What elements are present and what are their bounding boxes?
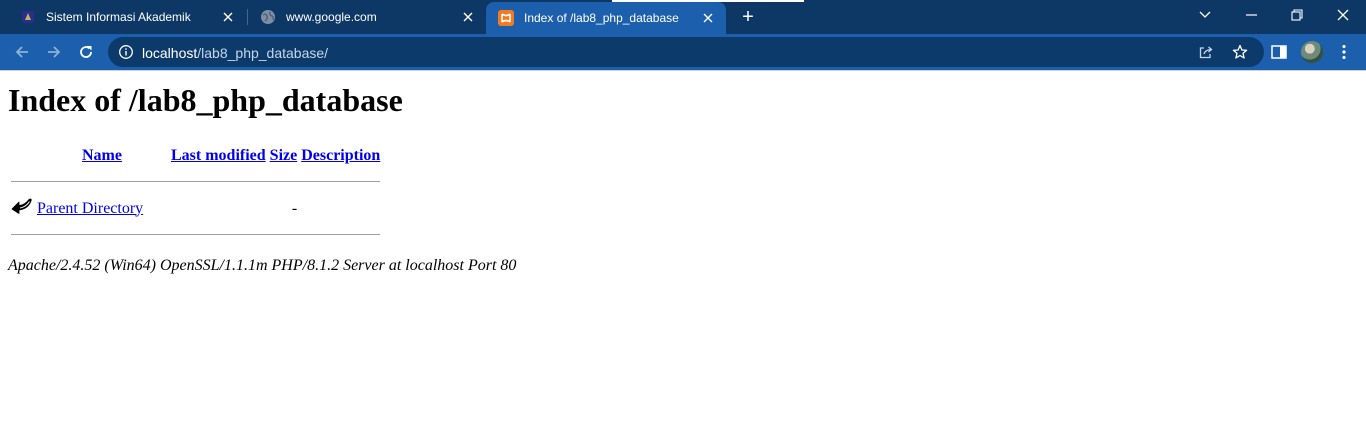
sort-by-description-link[interactable]: Description [301, 147, 380, 164]
parent-directory-link[interactable]: Parent Directory [37, 200, 143, 217]
tab-search-button[interactable] [1182, 0, 1228, 30]
chevron-down-icon [1199, 11, 1211, 18]
forward-arrow-icon [48, 46, 61, 58]
column-last-modified-header: Last modified [171, 144, 266, 168]
page-title: Index of /lab8_php_database [8, 82, 403, 118]
forward-button[interactable] [40, 38, 68, 66]
column-name-header: Name [37, 144, 167, 168]
header-rule-row [11, 170, 381, 194]
row-icon-cell [11, 196, 33, 221]
close-tab-icon[interactable] [458, 7, 478, 27]
back-button[interactable] [8, 38, 36, 66]
close-tab-icon[interactable] [698, 8, 718, 28]
minimize-button[interactable] [1228, 0, 1274, 30]
tab-sistem-informasi-akademik[interactable]: Sistem Informasi Akademik [0, 0, 246, 34]
browser-toolbar: localhost/lab8_php_database/ [0, 34, 1366, 70]
back-arrow-icon [11, 198, 32, 214]
tab-title: www.google.com [286, 10, 377, 24]
table-row: Parent Directory - [11, 196, 380, 221]
restore-button[interactable] [1274, 0, 1320, 30]
xampp-icon [498, 10, 514, 26]
horizontal-rule [11, 223, 381, 247]
reload-button[interactable] [72, 38, 100, 66]
address-path: /lab8_php_database/ [197, 45, 329, 61]
tab-index-of-lab8[interactable]: Index of /lab8_php_database [486, 2, 726, 34]
horizontal-rule [11, 170, 381, 194]
table-header-row: Name Last modified Size Description [11, 144, 380, 168]
address-url[interactable]: localhost/lab8_php_database/ [142, 45, 328, 61]
icon-header [11, 144, 33, 168]
close-window-button[interactable] [1320, 0, 1366, 30]
avatar [1301, 41, 1323, 63]
tab-google[interactable]: www.google.com [248, 0, 486, 34]
side-panel-icon [1271, 45, 1287, 59]
tab-title: Index of /lab8_php_database [524, 11, 679, 25]
row-description-cell [301, 196, 380, 221]
column-size-header: Size [270, 144, 298, 168]
profile-button[interactable] [1300, 40, 1324, 64]
address-bar[interactable]: localhost/lab8_php_database/ [108, 37, 1264, 67]
university-logo-icon [20, 9, 36, 25]
side-panel-button[interactable] [1267, 40, 1291, 64]
footer-rule-row [11, 223, 381, 247]
row-name-cell: Parent Directory [37, 196, 167, 221]
globe-icon [260, 9, 276, 25]
share-icon[interactable] [1198, 44, 1214, 60]
address-host: localhost [142, 45, 198, 61]
column-description-header: Description [301, 144, 380, 168]
reload-icon [80, 46, 92, 58]
more-vert-icon [1342, 44, 1346, 60]
site-info-icon[interactable] [118, 44, 134, 60]
row-size-cell: - [291, 199, 298, 217]
directory-listing-table: Name Last modified Size Description Pare… [7, 142, 384, 249]
page-content: Index of /lab8_php_database Name Last mo… [8, 77, 516, 275]
new-tab-button[interactable]: + [736, 6, 760, 28]
tab-strip: Sistem Informasi Akademik www.google.com… [0, 0, 1366, 34]
close-icon [1337, 9, 1349, 21]
restore-icon [1291, 9, 1303, 21]
tab-title: Sistem Informasi Akademik [46, 10, 191, 24]
sort-by-name-link[interactable]: Name [82, 147, 122, 164]
menu-button[interactable] [1332, 40, 1356, 64]
back-arrow-icon [15, 46, 28, 58]
sort-by-size-link[interactable]: Size [270, 147, 298, 164]
bookmark-star-icon[interactable] [1232, 44, 1248, 60]
row-last-modified-cell [171, 196, 266, 221]
sort-by-last-modified-link[interactable]: Last modified [171, 147, 266, 164]
toolbar-divider [0, 70, 1366, 71]
server-signature: Apache/2.4.52 (Win64) OpenSSL/1.1.1m PHP… [8, 257, 517, 274]
minimize-icon [1245, 14, 1257, 16]
close-tab-icon[interactable] [218, 7, 238, 27]
